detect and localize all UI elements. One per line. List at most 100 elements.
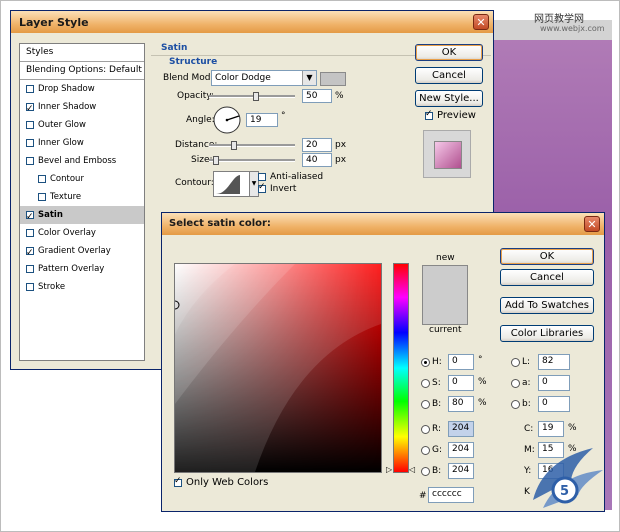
blend-mode-select[interactable]: Color Dodge ▼: [211, 70, 317, 86]
hex-input[interactable]: cccccc: [428, 487, 474, 503]
color-field[interactable]: [174, 263, 382, 473]
s-input[interactable]: 0: [448, 375, 474, 391]
opacity-slider[interactable]: [209, 95, 295, 98]
h-radio[interactable]: [421, 358, 430, 367]
new-style-button[interactable]: New Style...: [415, 90, 483, 107]
angle-input[interactable]: 19: [246, 113, 278, 127]
current-color-label: current: [429, 325, 462, 335]
sidebar-item-label: Inner Glow: [38, 138, 84, 148]
hue-arrow-right-icon[interactable]: ◁: [409, 465, 415, 474]
opacity-slider-thumb[interactable]: [253, 92, 259, 101]
sidebar-item-inner-glow[interactable]: Inner Glow: [20, 134, 144, 152]
sidebar-item-texture[interactable]: Texture: [20, 188, 144, 206]
add-to-swatches-button[interactable]: Add To Swatches: [500, 297, 594, 314]
sidebar-item-color-overlay[interactable]: Color Overlay: [20, 224, 144, 242]
sidebar-item-checkbox[interactable]: [38, 175, 46, 183]
style-preview-thumbnail: [434, 141, 462, 169]
opacity-input[interactable]: 50: [302, 89, 332, 103]
sidebar-item-bevel-and-emboss[interactable]: Bevel and Emboss: [20, 152, 144, 170]
sidebar-item-inner-shadow[interactable]: Inner Shadow: [20, 98, 144, 118]
r-input[interactable]: 204: [448, 421, 474, 437]
b2-label: b:: [522, 399, 531, 409]
sidebar-item-label: Outer Glow: [38, 120, 86, 130]
r-label: R:: [432, 424, 442, 434]
sidebar-item-satin[interactable]: Satin: [20, 206, 144, 226]
l-radio[interactable]: [511, 358, 520, 367]
preview-check-icon[interactable]: [425, 109, 433, 120]
c-label: C:: [524, 424, 534, 434]
size-slider-thumb[interactable]: [213, 156, 219, 165]
sidebar-item-label: Pattern Overlay: [38, 264, 105, 274]
blue-input[interactable]: 204: [448, 463, 474, 479]
ok-button[interactable]: OK: [415, 44, 483, 61]
size-input[interactable]: 40: [302, 153, 332, 167]
only-web-colors-checkbox[interactable]: Only Web Colors: [174, 476, 269, 488]
satin-color-swatch[interactable]: [320, 72, 346, 86]
distance-slider[interactable]: [209, 144, 295, 147]
hue-slider[interactable]: [393, 263, 409, 473]
color-cancel-button[interactable]: Cancel: [500, 269, 594, 286]
satin-section-title: Satin: [161, 43, 188, 53]
invert-check-icon[interactable]: [258, 182, 266, 193]
c-input[interactable]: 19: [538, 421, 564, 437]
sidebar-blending-options[interactable]: Blending Options: Default: [20, 62, 144, 80]
chevron-down-icon[interactable]: ▼: [302, 71, 316, 85]
sidebar-item-checkbox[interactable]: [26, 283, 34, 291]
s-radio[interactable]: [421, 379, 430, 388]
distance-unit: px: [335, 140, 347, 150]
distance-slider-thumb[interactable]: [231, 141, 237, 150]
sidebar-item-checkbox[interactable]: [26, 85, 34, 93]
h-input[interactable]: 0: [448, 354, 474, 370]
color-picker-titlebar[interactable]: Select satin color:: [162, 213, 604, 235]
close-icon[interactable]: ✕: [473, 14, 489, 30]
watermark-text: 网页教学网: [534, 14, 584, 25]
color-ok-button[interactable]: OK: [500, 248, 594, 265]
sidebar-item-checkbox[interactable]: [26, 100, 34, 118]
layer-style-titlebar[interactable]: Layer Style: [11, 11, 493, 33]
hue-arrow-left-icon[interactable]: ▷: [386, 465, 392, 474]
sidebar-item-pattern-overlay[interactable]: Pattern Overlay: [20, 260, 144, 278]
sidebar-styles-header[interactable]: Styles: [20, 44, 144, 62]
a-input[interactable]: 0: [538, 375, 570, 391]
anti-aliased-check-icon[interactable]: [258, 173, 266, 181]
color-picker-close-icon[interactable]: ✕: [584, 216, 600, 232]
blue-radio[interactable]: [421, 467, 430, 476]
sidebar-item-checkbox[interactable]: [26, 244, 34, 262]
sidebar-item-stroke[interactable]: Stroke: [20, 278, 144, 296]
sidebar-item-gradient-overlay[interactable]: Gradient Overlay: [20, 242, 144, 262]
sidebar-item-checkbox[interactable]: [26, 157, 34, 165]
color-libraries-button[interactable]: Color Libraries: [500, 325, 594, 342]
size-slider[interactable]: [209, 159, 295, 162]
sidebar-item-checkbox[interactable]: [26, 139, 34, 147]
preview-checkbox[interactable]: Preview: [425, 109, 476, 121]
g-input[interactable]: 204: [448, 442, 474, 458]
contour-picker[interactable]: [213, 171, 251, 197]
anti-aliased-checkbox[interactable]: Anti-aliased: [258, 172, 323, 182]
sidebar-item-checkbox[interactable]: [26, 208, 34, 226]
sidebar-item-drop-shadow[interactable]: Drop Shadow: [20, 80, 144, 98]
b-input[interactable]: 80: [448, 396, 474, 412]
r-radio[interactable]: [421, 425, 430, 434]
only-web-colors-check-icon[interactable]: [174, 476, 182, 487]
b-radio[interactable]: [421, 400, 430, 409]
l-input[interactable]: 82: [538, 354, 570, 370]
invert-label: Invert: [270, 184, 297, 194]
opacity-unit: %: [335, 91, 344, 101]
angle-dial[interactable]: [212, 105, 242, 135]
h-unit: °: [478, 355, 483, 365]
b2-radio[interactable]: [511, 400, 520, 409]
cancel-button[interactable]: Cancel: [415, 67, 483, 84]
sidebar-item-checkbox[interactable]: [26, 229, 34, 237]
only-web-colors-label: Only Web Colors: [186, 477, 269, 488]
b2-input[interactable]: 0: [538, 396, 570, 412]
g-radio[interactable]: [421, 446, 430, 455]
invert-checkbox[interactable]: Invert: [258, 182, 297, 194]
sidebar-item-checkbox[interactable]: [26, 121, 34, 129]
distance-input[interactable]: 20: [302, 138, 332, 152]
sidebar-item-outer-glow[interactable]: Outer Glow: [20, 116, 144, 134]
a-radio[interactable]: [511, 379, 520, 388]
sidebar-item-checkbox[interactable]: [26, 265, 34, 273]
a-label: a:: [522, 378, 531, 388]
sidebar-item-contour[interactable]: Contour: [20, 170, 144, 188]
sidebar-item-checkbox[interactable]: [38, 193, 46, 201]
